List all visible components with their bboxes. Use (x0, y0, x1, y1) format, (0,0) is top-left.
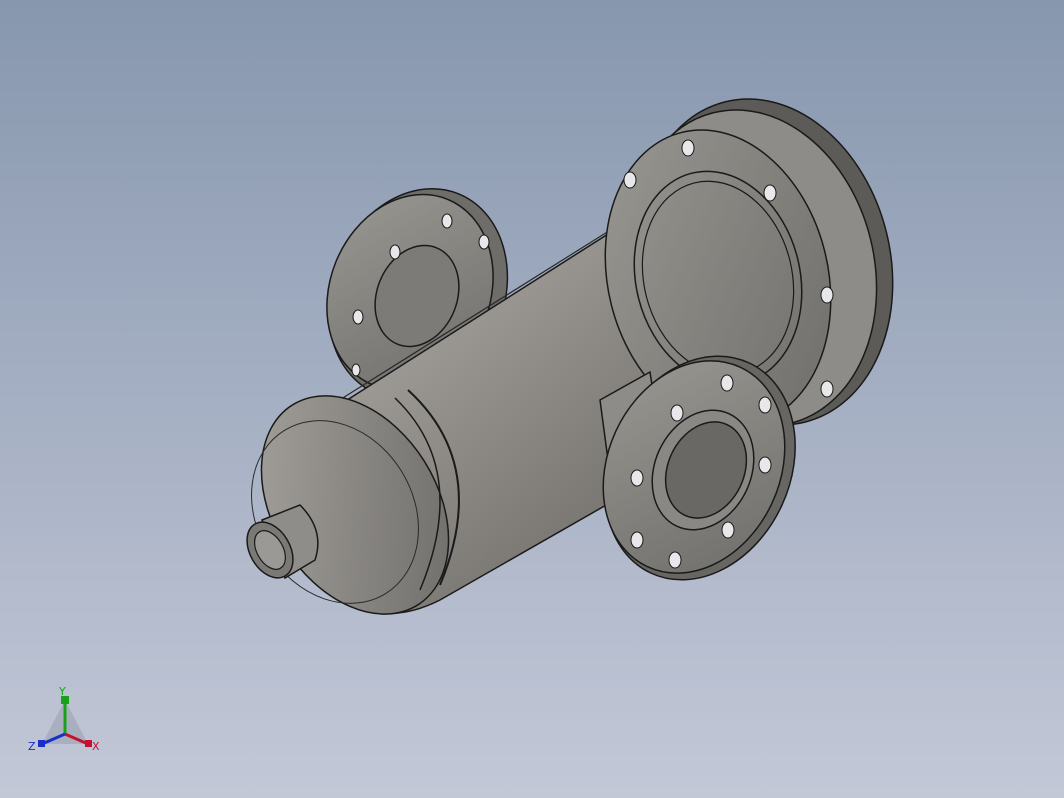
graphics-viewport[interactable]: Y X Z (0, 0, 1064, 798)
z-axis-handle (38, 740, 45, 747)
x-axis-label: X (92, 740, 100, 753)
z-axis-label: Z (28, 740, 36, 753)
orientation-triad[interactable]: Y X Z (22, 682, 108, 762)
y-axis-label: Y (59, 685, 66, 698)
x-axis-handle (85, 740, 92, 747)
3d-model-view[interactable] (0, 0, 1064, 798)
